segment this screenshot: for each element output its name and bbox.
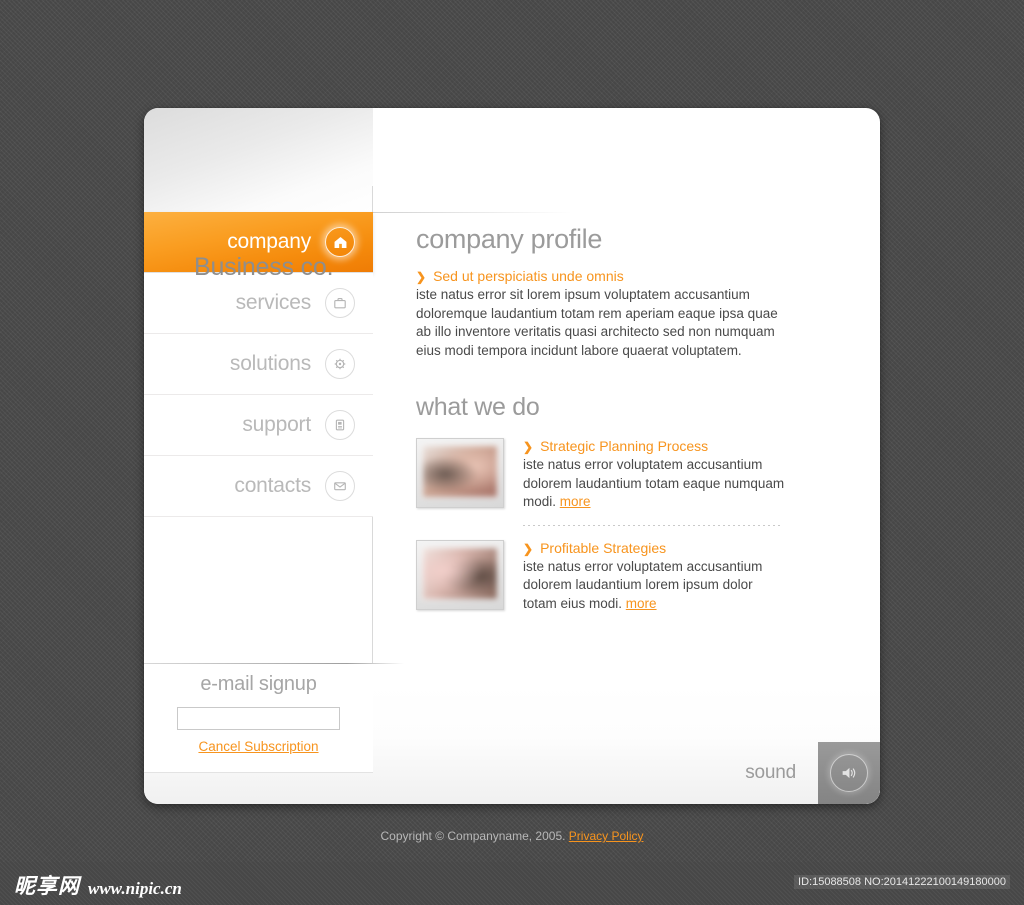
nav-item-contacts[interactable]: contacts <box>144 456 373 517</box>
thumbnail-photo <box>422 546 498 600</box>
item-body-text: iste natus error voluptatem accusantium … <box>523 456 789 512</box>
nav-item-label: support <box>242 413 311 436</box>
nipic-logo: 昵享网 www.nipic.cn <box>14 870 182 900</box>
main-content: company profile ❯ Sed ut perspiciatis un… <box>416 224 816 613</box>
copyright-line: Copyright © Companyname, 2005. Privacy P… <box>0 829 1024 843</box>
speaker-icon <box>830 754 868 792</box>
site-card: Business co. company services solutions … <box>144 108 880 804</box>
watermark-bar: 昵享网 www.nipic.cn ID:15088508 NO:20141222… <box>0 862 1024 905</box>
what-we-do-title: what we do <box>416 393 540 421</box>
profile-bullet-label: Sed ut perspiciatis unde omnis <box>433 268 624 284</box>
envelope-icon <box>325 471 355 501</box>
item-body-text: iste natus error voluptatem accusantium … <box>523 558 789 614</box>
list-item-text: ❯ Profitable Strategies iste natus error… <box>523 540 816 614</box>
chevron-right-icon: ❯ <box>523 541 534 556</box>
item-heading: ❯ Profitable Strategies <box>523 540 816 556</box>
nav-item-label: contacts <box>234 474 311 497</box>
profile-body-text: iste natus error sit lorem ipsum volupta… <box>416 287 778 358</box>
nav-item-label: company <box>227 230 311 253</box>
nav-item-support[interactable]: support <box>144 395 373 456</box>
nipic-logo-url: www.nipic.cn <box>88 879 182 898</box>
list-divider <box>523 524 781 526</box>
card-header-fade <box>373 108 573 212</box>
sound-toggle-button[interactable] <box>818 742 880 804</box>
list-item-text: ❯ Strategic Planning Process iste natus … <box>523 438 816 512</box>
company-profile-title: company profile <box>416 224 603 254</box>
chevron-right-icon: ❯ <box>523 440 534 454</box>
document-icon <box>325 410 355 440</box>
page-background: Business co. company services solutions … <box>0 0 1024 905</box>
nav-item-solutions[interactable]: solutions <box>144 334 373 395</box>
more-link[interactable]: more <box>560 494 591 509</box>
briefcase-icon <box>325 288 355 318</box>
thumbnail-image <box>416 438 504 508</box>
header-underline <box>372 212 572 213</box>
sound-bar: sound <box>144 742 880 804</box>
thumbnail-photo <box>422 445 498 498</box>
sound-label: sound <box>745 762 796 783</box>
nav-item-label: solutions <box>229 352 311 375</box>
copyright-text: Copyright © Companyname, 2005. <box>380 829 569 843</box>
thumbnail-image <box>416 539 504 610</box>
list-item: ❯ Profitable Strategies iste natus error… <box>416 539 816 614</box>
item-heading-label: Strategic Planning Process <box>540 438 709 454</box>
item-heading: ❯ Strategic Planning Process <box>523 438 816 454</box>
item-heading-label: Profitable Strategies <box>540 539 667 556</box>
privacy-policy-link[interactable]: Privacy Policy <box>569 829 644 843</box>
nipic-logo-cn: 昵享网 <box>14 874 80 898</box>
more-link[interactable]: more <box>626 596 657 611</box>
card-header-gradient <box>144 108 373 212</box>
gear-icon <box>325 349 355 379</box>
chevron-right-icon: ❯ <box>416 270 427 284</box>
page-title: Business co. <box>194 253 334 281</box>
list-item: ❯ Strategic Planning Process iste natus … <box>416 438 816 512</box>
nav-item-label: services <box>235 291 312 314</box>
watermark-id-text: ID:15088508 NO:20141222100149180000 <box>794 875 1010 889</box>
signup-title: e-mail signup <box>200 673 317 695</box>
nav-item-services[interactable]: services <box>144 273 373 334</box>
email-input[interactable] <box>177 707 340 730</box>
profile-bullet-heading: ❯ Sed ut perspiciatis unde omnis <box>416 268 816 284</box>
